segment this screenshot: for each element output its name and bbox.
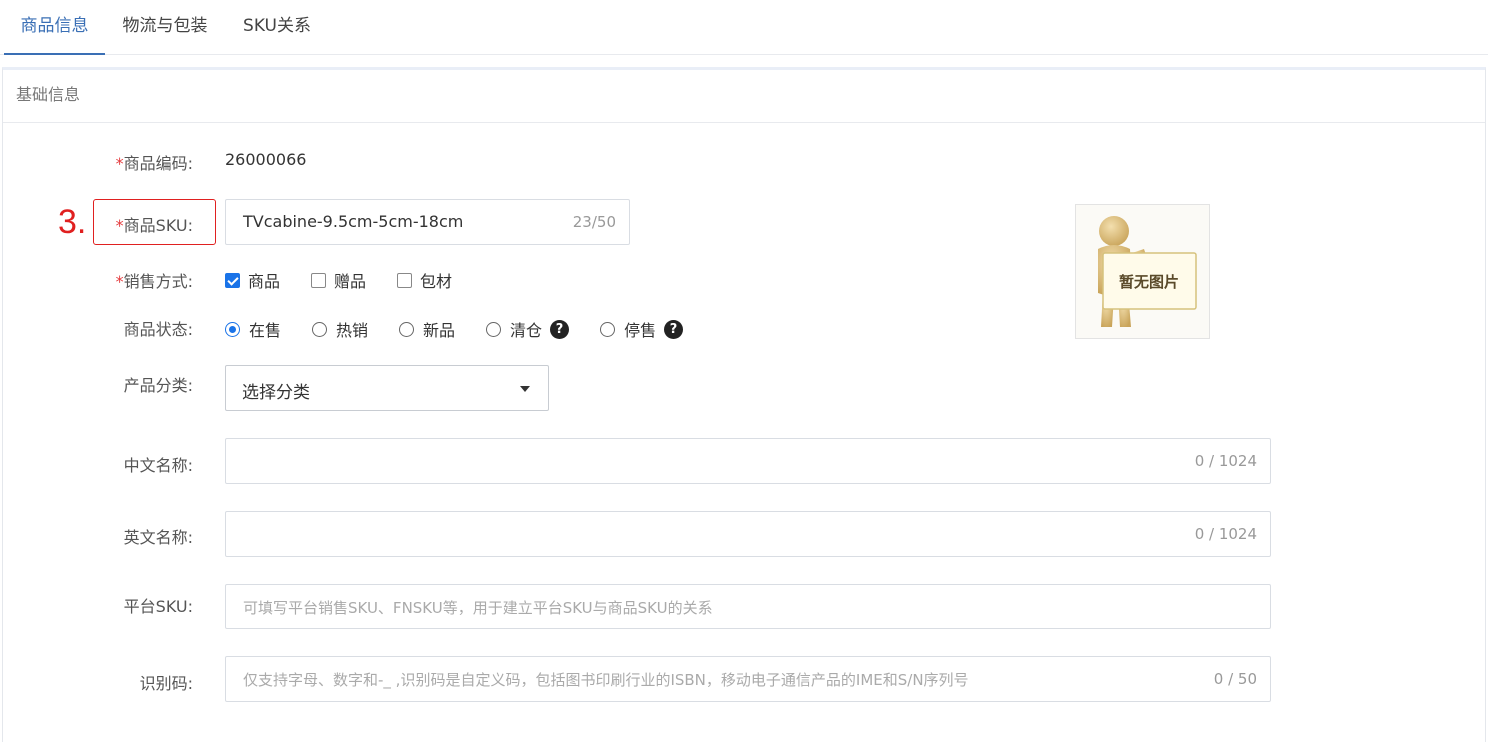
radio[interactable] bbox=[399, 321, 415, 337]
tab-product-info[interactable]: 商品信息 bbox=[4, 0, 105, 55]
cn-name-counter: 0 / 1024 bbox=[1194, 452, 1257, 470]
sale-mode-option-product[interactable]: 商品 bbox=[225, 268, 280, 292]
no-image-figure-icon: 暂无图片 bbox=[1076, 205, 1209, 338]
checkbox[interactable] bbox=[311, 272, 327, 288]
platform-sku-input[interactable]: 可填写平台销售SKU、FNSKU等，用于建立平台SKU与商品SKU的关系 bbox=[225, 584, 1271, 629]
status-option-new[interactable]: 新品 bbox=[399, 317, 455, 341]
product-sku-input[interactable]: TVcabine-9.5cm-5cm-18cm 23/50 bbox=[225, 199, 630, 245]
category-selected-value: 选择分类 bbox=[242, 383, 310, 403]
sale-mode-option-packaging[interactable]: 包材 bbox=[397, 268, 452, 292]
checkbox-checked[interactable] bbox=[225, 272, 240, 288]
product-sku-counter: 23/50 bbox=[572, 213, 616, 231]
tab-logistics-packaging[interactable]: 物流与包装 bbox=[105, 0, 225, 55]
product-status-label: 商品状态: bbox=[123, 320, 193, 339]
tab-bar: 商品信息 物流与包装 SKU关系 bbox=[0, 0, 1488, 55]
checkbox[interactable] bbox=[397, 272, 413, 288]
sale-mode-group: 商品 赠品 包材 bbox=[225, 268, 483, 292]
help-icon[interactable]: ? bbox=[550, 319, 570, 339]
status-option-clearance[interactable]: 清仓 ? bbox=[486, 317, 570, 341]
radio-checked[interactable] bbox=[225, 321, 240, 337]
en-name-label: 英文名称: bbox=[123, 528, 193, 547]
product-code-label: *商品编码: bbox=[115, 154, 193, 173]
platform-sku-label: 平台SKU: bbox=[123, 597, 193, 616]
en-name-input[interactable]: 0 / 1024 bbox=[225, 511, 1271, 557]
radio[interactable] bbox=[312, 321, 328, 337]
caret-down-icon bbox=[520, 386, 530, 392]
required-mark: * bbox=[115, 154, 124, 173]
identifier-label: 识别码: bbox=[139, 674, 193, 693]
required-mark: * bbox=[115, 216, 124, 235]
product-sku-label: *商品SKU: bbox=[115, 216, 193, 235]
status-option-discontinued[interactable]: 停售 ? bbox=[600, 317, 684, 341]
tab-sku-relation[interactable]: SKU关系 bbox=[225, 0, 329, 55]
sale-mode-label: *销售方式: bbox=[115, 272, 193, 291]
product-image-placeholder[interactable]: 暂无图片 bbox=[1075, 204, 1210, 339]
cn-name-label: 中文名称: bbox=[123, 456, 193, 475]
product-status-group: 在售 热销 新品 清仓 ? 停售 ? bbox=[225, 317, 714, 341]
product-sku-value: TVcabine-9.5cm-5cm-18cm bbox=[243, 212, 464, 231]
cn-name-input[interactable]: 0 / 1024 bbox=[225, 438, 1271, 484]
platform-sku-placeholder: 可填写平台销售SKU、FNSKU等，用于建立平台SKU与商品SKU的关系 bbox=[243, 599, 713, 617]
radio[interactable] bbox=[600, 321, 616, 337]
help-icon[interactable]: ? bbox=[664, 319, 684, 339]
identifier-placeholder: 仅支持字母、数字和-_ ,识别码是自定义码，包括图书印刷行业的ISBN，移动电子… bbox=[243, 671, 969, 689]
status-option-on-sale[interactable]: 在售 bbox=[225, 317, 281, 341]
identifier-counter: 0 / 50 bbox=[1213, 670, 1257, 688]
en-name-counter: 0 / 1024 bbox=[1194, 525, 1257, 543]
status-option-hot[interactable]: 热销 bbox=[312, 317, 368, 341]
category-select[interactable]: 选择分类 bbox=[225, 365, 549, 411]
required-mark: * bbox=[115, 272, 124, 291]
radio[interactable] bbox=[486, 321, 502, 337]
category-label: 产品分类: bbox=[123, 376, 193, 395]
product-code-value: 26000066 bbox=[225, 150, 307, 169]
no-image-text: 暂无图片 bbox=[1119, 273, 1179, 291]
sale-mode-option-gift[interactable]: 赠品 bbox=[311, 268, 366, 292]
identifier-input[interactable]: 仅支持字母、数字和-_ ,识别码是自定义码，包括图书印刷行业的ISBN，移动电子… bbox=[225, 656, 1271, 702]
panel-title: 基础信息 bbox=[3, 70, 1485, 123]
